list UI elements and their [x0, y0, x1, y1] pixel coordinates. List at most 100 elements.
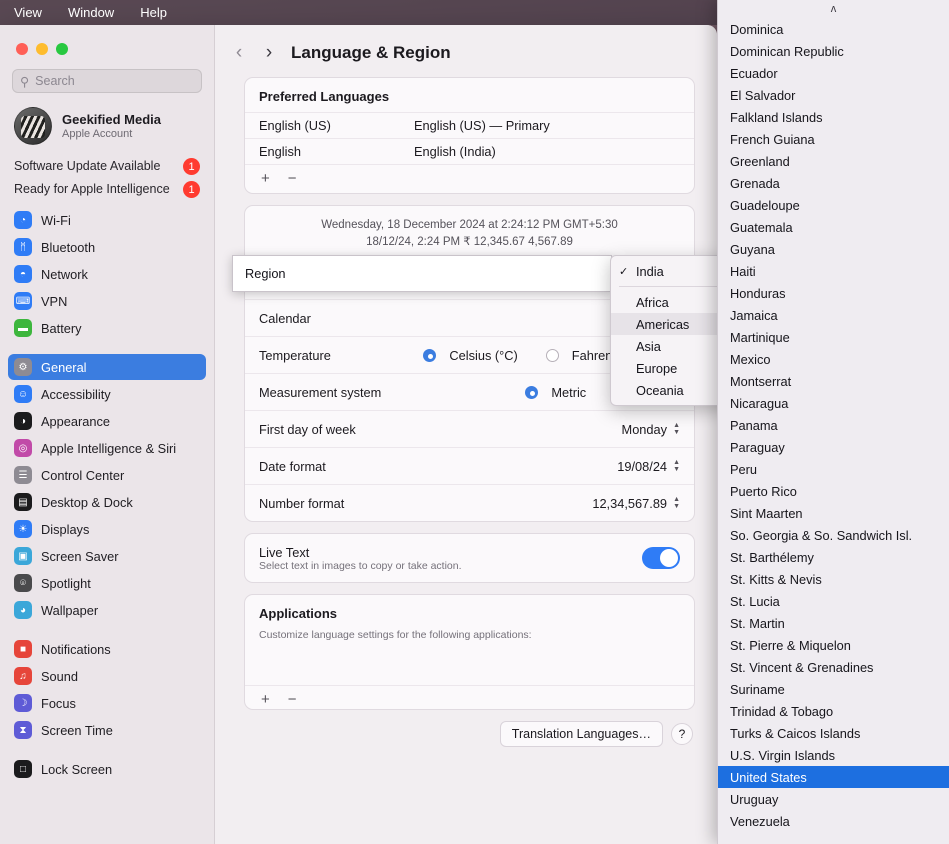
country-list-item[interactable]: Puerto Rico	[718, 480, 949, 502]
chevron-updown-icon[interactable]: ▲ ▼	[673, 496, 680, 510]
country-list-item[interactable]: Haiti	[718, 260, 949, 282]
close-button[interactable]	[16, 43, 28, 55]
date-format-value-wrap[interactable]: 19/08/24 ▲ ▼	[617, 459, 680, 474]
sidebar-item-network[interactable]: ◓ Network	[8, 261, 206, 287]
number-format-value-wrap[interactable]: 12,34,567.89 ▲ ▼	[592, 496, 680, 511]
americas-country-list[interactable]: ʌ Dominica Dominican Republic Ecuador El Sa…	[717, 0, 949, 844]
sidebar-item-control-center[interactable]: ☰ Control Center	[8, 462, 206, 488]
sidebar-item-apple-intelligence-siri[interactable]: ◎ Apple Intelligence & Siri	[8, 435, 206, 461]
country-list-item[interactable]: Sint Maarten	[718, 502, 949, 524]
country-list-item[interactable]: Venezuela	[718, 810, 949, 832]
country-list-item[interactable]: Guadeloupe	[718, 194, 949, 216]
add-application-button[interactable]: +	[261, 691, 270, 708]
sidebar-item-screen-time[interactable]: ⧗ Screen Time	[8, 717, 206, 743]
chevron-updown-icon[interactable]: ▲ ▼	[673, 459, 680, 473]
country-list-item[interactable]: Ecuador	[718, 62, 949, 84]
country-list-item[interactable]: Mexico	[718, 348, 949, 370]
minimize-button[interactable]	[36, 43, 48, 55]
country-list-item[interactable]: Suriname	[718, 678, 949, 700]
sidebar-item-spotlight[interactable]: ⌾ Spotlight	[8, 570, 206, 596]
apple-account-row[interactable]: Geekified Media Apple Account	[0, 103, 214, 155]
country-list-item[interactable]: Martinique	[718, 326, 949, 348]
menu-item-window[interactable]: Window	[68, 5, 114, 20]
remove-language-button[interactable]: −	[288, 170, 297, 187]
sidebar-item-accessibility[interactable]: ☺ Accessibility	[8, 381, 206, 407]
country-list-item[interactable]: So. Georgia & So. Sandwich Isl.	[718, 524, 949, 546]
country-list-item[interactable]: Nicaragua	[718, 392, 949, 414]
menu-item-view[interactable]: View	[14, 5, 42, 20]
sidebar-item-wallpaper[interactable]: ◕ Wallpaper	[8, 597, 206, 623]
sidebar-item-wi-fi[interactable]: ◔ Wi-Fi	[8, 207, 206, 233]
forward-button[interactable]: ›	[261, 42, 277, 64]
region-menu-item-americas[interactable]: Americas›	[611, 313, 729, 335]
country-list-item[interactable]: Montserrat	[718, 370, 949, 392]
notice-apple-intelligence[interactable]: Ready for Apple Intelligence 1	[0, 178, 214, 201]
chevron-updown-icon[interactable]: ▲ ▼	[673, 422, 680, 436]
country-list-item[interactable]: Guatemala	[718, 216, 949, 238]
first-day-of-week-value-wrap[interactable]: Monday ▲ ▼	[622, 422, 680, 437]
country-list-item[interactable]: Greenland	[718, 150, 949, 172]
temperature-radio-celsius[interactable]	[423, 348, 437, 362]
region-menu-item-india[interactable]: ✓ India	[611, 260, 729, 282]
sidebar-item-sound[interactable]: ♫ Sound	[8, 663, 206, 689]
sidebar-item-battery[interactable]: ▬ Battery	[8, 315, 206, 341]
region-menu-item-oceania[interactable]: Oceania›	[611, 379, 729, 401]
country-list-item[interactable]: U.S. Virgin Islands	[718, 744, 949, 766]
country-list-item[interactable]: Paraguay	[718, 436, 949, 458]
remove-application-button[interactable]: −	[288, 691, 297, 708]
country-list-item[interactable]: Dominican Republic	[718, 40, 949, 62]
country-list-item[interactable]: Panama	[718, 414, 949, 436]
temperature-radio-fahrenheit[interactable]	[545, 348, 559, 362]
measurement-radio-metric[interactable]	[525, 385, 539, 399]
country-list-item[interactable]: Grenada	[718, 172, 949, 194]
country-list-item[interactable]: St. Barthélemy	[718, 546, 949, 568]
notice-software-update[interactable]: Software Update Available 1	[0, 155, 214, 178]
country-list-item[interactable]: Peru	[718, 458, 949, 480]
menu-item-help[interactable]: Help	[140, 5, 167, 20]
sidebar-item-vpn[interactable]: ⌨ VPN	[8, 288, 206, 314]
country-list-item[interactable]: Honduras	[718, 282, 949, 304]
zoom-button[interactable]	[56, 43, 68, 55]
country-list-item[interactable]: Guyana	[718, 238, 949, 260]
back-button[interactable]: ‹	[231, 42, 247, 64]
first-day-of-week-row[interactable]: First day of week Monday ▲ ▼	[245, 410, 694, 447]
date-format-row[interactable]: Date format 19/08/24 ▲ ▼	[245, 447, 694, 484]
sidebar-item-screen-saver[interactable]: ▣ Screen Saver	[8, 543, 206, 569]
sidebar-item-bluetooth[interactable]: ᛗ Bluetooth	[8, 234, 206, 260]
country-list-item[interactable]: El Salvador	[718, 84, 949, 106]
sidebar-item-appearance[interactable]: ◑ Appearance	[8, 408, 206, 434]
language-row[interactable]: English English (India)	[245, 138, 694, 164]
sidebar-item-general[interactable]: ⚙ General	[8, 354, 206, 380]
country-list-item[interactable]: Dominica	[718, 18, 949, 40]
language-row[interactable]: English (US) English (US) — Primary	[245, 112, 694, 138]
region-menu-item-asia[interactable]: Asia›	[611, 335, 729, 357]
country-list-item[interactable]: Turks & Caicos Islands	[718, 722, 949, 744]
help-button[interactable]: ?	[671, 723, 693, 745]
scroll-up-arrow-icon[interactable]: ʌ	[718, 0, 949, 18]
country-list-item[interactable]: St. Kitts & Nevis	[718, 568, 949, 590]
country-list-item[interactable]: St. Lucia	[718, 590, 949, 612]
sidebar-item-lock-screen[interactable]: □ Lock Screen	[8, 756, 206, 782]
sidebar-item-displays[interactable]: ☀ Displays	[8, 516, 206, 542]
sidebar-item-desktop-dock[interactable]: ▤ Desktop & Dock	[8, 489, 206, 515]
number-format-row[interactable]: Number format 12,34,567.89 ▲ ▼	[245, 484, 694, 521]
sidebar-item-notifications[interactable]: ■ Notifications	[8, 636, 206, 662]
region-menu-item-europe[interactable]: Europe›	[611, 357, 729, 379]
country-list-item[interactable]: St. Martin	[718, 612, 949, 634]
add-language-button[interactable]: +	[261, 170, 270, 187]
sidebar: ⚲ Search Geekified Media Apple Account S…	[0, 25, 215, 844]
country-list-item[interactable]: Falkland Islands	[718, 106, 949, 128]
country-list-item[interactable]: St. Pierre & Miquelon	[718, 634, 949, 656]
country-list-item[interactable]: Uruguay	[718, 788, 949, 810]
country-list-item[interactable]: Trinidad & Tobago	[718, 700, 949, 722]
region-popup-button[interactable]: Region	[232, 255, 612, 292]
search-input[interactable]: ⚲ Search	[12, 69, 202, 93]
country-list-item[interactable]: St. Vincent & Grenadines	[718, 656, 949, 678]
region-menu-item-africa[interactable]: Africa›	[611, 291, 729, 313]
translation-languages-button[interactable]: Translation Languages…	[499, 721, 663, 747]
country-list-item[interactable]: United States	[718, 766, 949, 788]
sidebar-item-focus[interactable]: ☽ Focus	[8, 690, 206, 716]
country-list-item[interactable]: Jamaica	[718, 304, 949, 326]
live-text-toggle[interactable]	[642, 547, 680, 569]
country-list-item[interactable]: French Guiana	[718, 128, 949, 150]
